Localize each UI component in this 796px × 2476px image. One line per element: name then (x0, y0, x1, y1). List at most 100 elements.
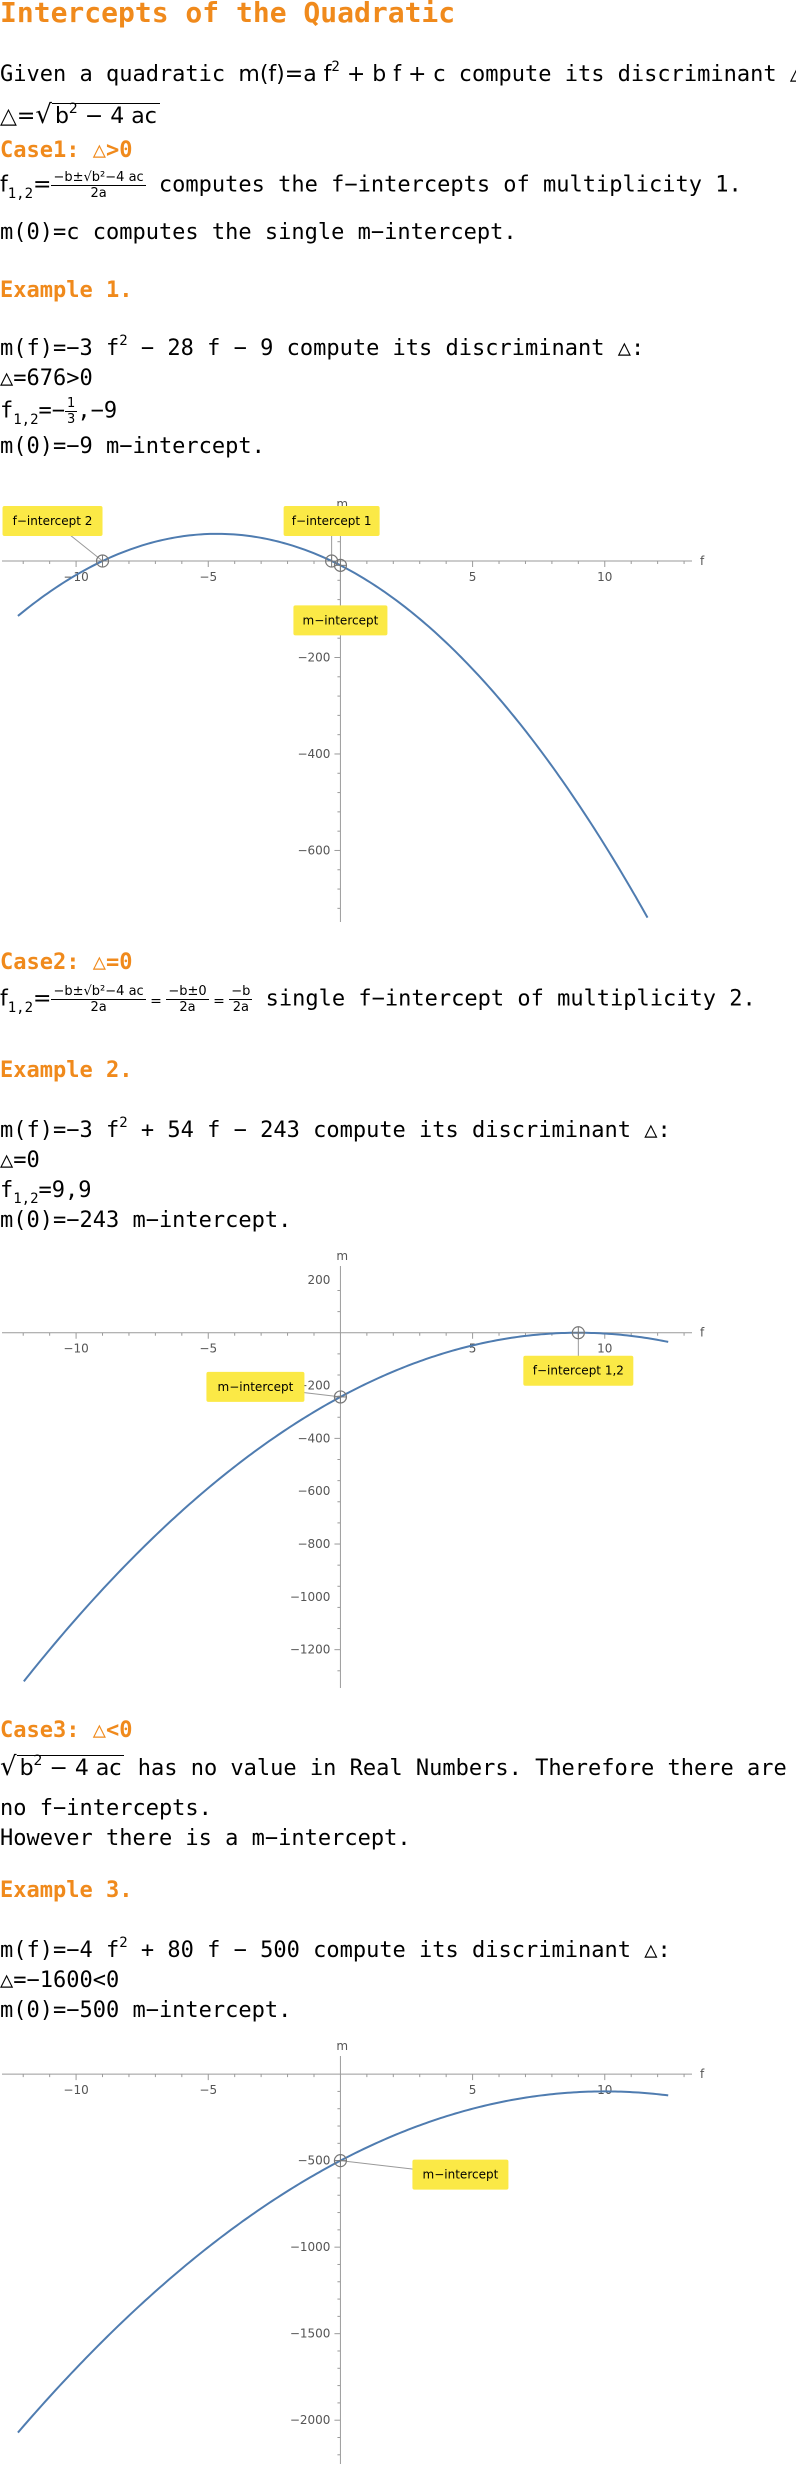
case3-line1: √ b2 − 4 ac has no value in Real Numbers.… (0, 1752, 787, 1782)
y-tick-label: −1000 (290, 2240, 331, 2254)
case2-numerator2: −b±0 (166, 984, 209, 1000)
x-tick-label: 10 (597, 570, 612, 584)
case2-text: single f−intercept of multiplicity 2. (252, 986, 756, 1012)
case1-fraction: −b±√b²−4 ac 2a (51, 170, 146, 201)
y-tick-label: −600 (297, 843, 330, 857)
case3-heading: Case3: △<0 (0, 1718, 133, 1743)
example1-f: f (0, 398, 14, 424)
y-tick-label: 200 (308, 1273, 331, 1287)
example2-f: f (0, 1178, 14, 1203)
callout-label: m−intercept (303, 613, 379, 627)
case2-numerator1: −b±√b²−4 ac (51, 984, 146, 1000)
example3-line2: △=−1600<0 (0, 1968, 120, 1993)
y-tick-label: −400 (297, 747, 330, 761)
case1-eq: = (33, 172, 52, 198)
example1-fraction: 13 (65, 396, 78, 427)
example2-line1: m(f)=−3 f2 + 54 f − 243 compute its disc… (0, 1115, 671, 1143)
example3-heading: Example 3. (0, 1878, 133, 1903)
case1-f: f (0, 172, 8, 198)
example1-root2: ,−9 (77, 398, 118, 424)
example2-line4: m(0)=−243 m−intercept. (0, 1208, 292, 1233)
case2-denominator3: 2a (232, 1000, 249, 1015)
example1-numerator: 1 (65, 396, 78, 412)
case1-formula: f1,2= −b±√b²−4 ac 2a computes the f−interc… (0, 170, 742, 202)
x-tick-label: 10 (597, 1342, 612, 1356)
example1-line1: m(f)=−3 f2 − 28 f − 9 compute its discri… (0, 333, 645, 361)
case2-denominator1: 2a (90, 1000, 107, 1015)
example2-roots: =9,9 (38, 1178, 92, 1203)
example2-func: m(f)=−3 f (0, 1118, 120, 1143)
example2-sub: 1,2 (13, 1191, 39, 1207)
x-axis-label: f (700, 554, 705, 568)
example1-sub: 1,2 (13, 411, 39, 428)
example2-line3: f1,2=9,9 (0, 1178, 92, 1207)
page-title: Intercepts of the Quadratic (0, 0, 456, 29)
case3-text: has no value in Real Numbers. Therefore … (124, 1756, 787, 1781)
y-tick-label: −400 (297, 1431, 330, 1445)
case2-denominator2: 2a (179, 1000, 196, 1015)
example2-heading: Example 2. (0, 1058, 133, 1083)
callout-label: m−intercept (218, 1380, 294, 1394)
case2-heading: Case2: △=0 (0, 950, 133, 975)
case1-sub: 1,2 (7, 185, 34, 202)
y-tick-label: −1500 (290, 2327, 331, 2341)
discriminant-lhs: △= (0, 104, 36, 129)
example2-line2: △=0 (0, 1148, 40, 1173)
intro-text-end: compute its discriminant △: (445, 62, 796, 87)
example1-line2: △=676>0 (0, 366, 93, 391)
x-tick-label: −5 (199, 1342, 217, 1356)
y-tick-label: −500 (297, 2154, 330, 2168)
example1-denominator: 3 (67, 412, 76, 427)
case1-denominator: 2a (90, 186, 107, 201)
chart-example3: f m −10 −5 5 10 −500 −1000 −1500 −2000 m−intercept (2, 2040, 705, 2464)
case2-fraction2: −b±0 2a (166, 984, 209, 1015)
y-tick-label: −1200 (290, 1643, 331, 1657)
example3-func: m(f)=−4 f (0, 1938, 120, 1963)
discriminant-radicand: b (54, 104, 69, 129)
case3-line2: no f−intercepts. (0, 1796, 212, 1821)
example3-line4: m(0)=−500 m−intercept. (0, 1998, 292, 2023)
callout-label: f−intercept 1 (292, 514, 372, 528)
y-tick-label: −1000 (290, 1590, 331, 1604)
x-axis-label: f (700, 1326, 705, 1340)
discriminant-formula: △=√ b2 − 4 ac (0, 100, 160, 130)
intro-text: Given a quadratic (0, 62, 239, 87)
y-tick-label: −200 (297, 650, 330, 664)
case3-radicand-tail: − 4 ac (42, 1756, 122, 1781)
example1-func-tail: − 28 f − 9 compute its discriminant △: (127, 336, 645, 361)
x-tick-label: −10 (63, 1342, 88, 1356)
case2-fraction1: −b±√b²−4 ac 2a (51, 984, 146, 1015)
y-tick-label: −600 (297, 1484, 330, 1498)
example3-func-tail: + 80 f − 500 compute its discriminant △: (127, 1938, 671, 1963)
x-tick-label: 5 (469, 2083, 477, 2097)
callout-label: m−intercept (423, 2168, 499, 2182)
example1-eq: =− (38, 398, 66, 424)
callout-label: f−intercept 2 (13, 514, 93, 528)
x-tick-label: 10 (597, 2083, 612, 2097)
case2-sub: 1,2 (7, 999, 34, 1016)
example1-func: m(f)=−3 f (0, 336, 120, 361)
x-tick-label: −5 (199, 2083, 217, 2097)
intro-quadratic-tail: + b f + c (339, 62, 446, 87)
x-tick-label: −10 (63, 570, 88, 584)
callout-label: f−intercept 1,2 (533, 1364, 624, 1378)
case3-line3: However there is a m−intercept. (0, 1826, 411, 1851)
x-tick-label: −5 (199, 570, 217, 584)
series-curve (17, 532, 649, 919)
case2-f: f (0, 986, 8, 1012)
chart-example2: fm−10 −5 5 10200−200−400−600−800−1000−1200m… (2, 1249, 705, 1688)
y-tick-label: −2000 (290, 2413, 331, 2427)
case2-numerator3: −b (229, 984, 253, 1000)
x-tick-label: 5 (469, 570, 477, 584)
example1-heading: Example 1. (0, 278, 133, 303)
discriminant-radicand-tail: − 4 ac (77, 104, 157, 129)
case2-formula: f1,2= −b±√b²−4 ac 2a = −b±0 2a = −b 2a singl… (0, 984, 756, 1016)
y-axis-label: m (336, 1249, 348, 1263)
case2-eq: = (33, 986, 52, 1012)
series-curve (17, 2090, 669, 2434)
case1-text: computes the f−intercepts of multiplicit… (145, 172, 742, 198)
example3-line1: m(f)=−4 f2 + 80 f − 500 compute its disc… (0, 1935, 671, 1963)
x-tick-label: −10 (63, 2083, 88, 2097)
case3-radicand: b (19, 1756, 34, 1781)
example2-func-tail: + 54 f − 243 compute its discriminant △: (127, 1118, 671, 1143)
